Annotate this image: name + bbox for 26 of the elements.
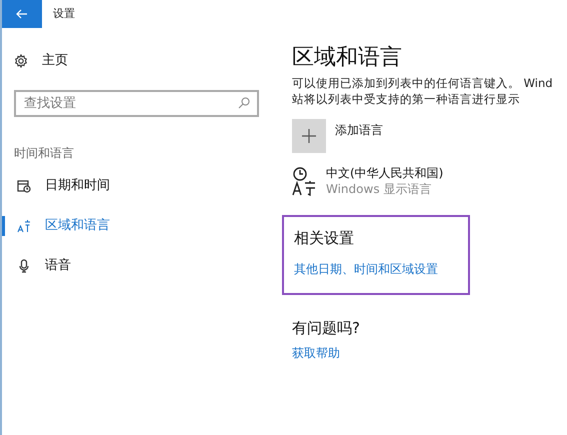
language-clock-icon	[292, 166, 318, 196]
window-title: 设置	[53, 6, 75, 22]
settings-icon	[14, 54, 28, 68]
language-name: 中文(中华人民共和国)	[326, 165, 444, 181]
microphone-icon	[17, 259, 31, 273]
calendar-clock-icon	[17, 179, 31, 193]
description-text: 站将以列表中受支持的第一种语言进行显示	[292, 91, 521, 107]
language-icon	[17, 219, 31, 233]
search-field[interactable]: 查找设置	[14, 90, 259, 117]
nav-item[interactable]: 语音	[2, 256, 280, 276]
page-title: 区域和语言	[292, 44, 403, 72]
search-icon	[238, 97, 250, 109]
home-link[interactable]: 主页	[42, 51, 68, 71]
plus-icon	[302, 129, 316, 143]
add-language-label[interactable]: 添加语言	[335, 121, 383, 139]
nav-item[interactable]: 日期和时间	[2, 176, 280, 196]
settings-link[interactable]: 其他日期、时间和区域设置	[294, 260, 468, 278]
section-heading: 时间和语言	[14, 145, 75, 162]
help-link[interactable]: 获取帮助	[292, 344, 567, 362]
language-note: Windows 显示语言	[326, 181, 432, 197]
nav-item[interactable]: 区域和语言	[2, 216, 280, 236]
section-heading: 相关设置	[294, 228, 355, 249]
description-text: 可以使用已添加到列表中的任何语言键入。 Wind	[292, 75, 554, 91]
add-language-button[interactable]	[292, 119, 326, 153]
back-arrow-icon	[16, 9, 28, 19]
section-heading: 有问题吗?	[292, 318, 361, 339]
